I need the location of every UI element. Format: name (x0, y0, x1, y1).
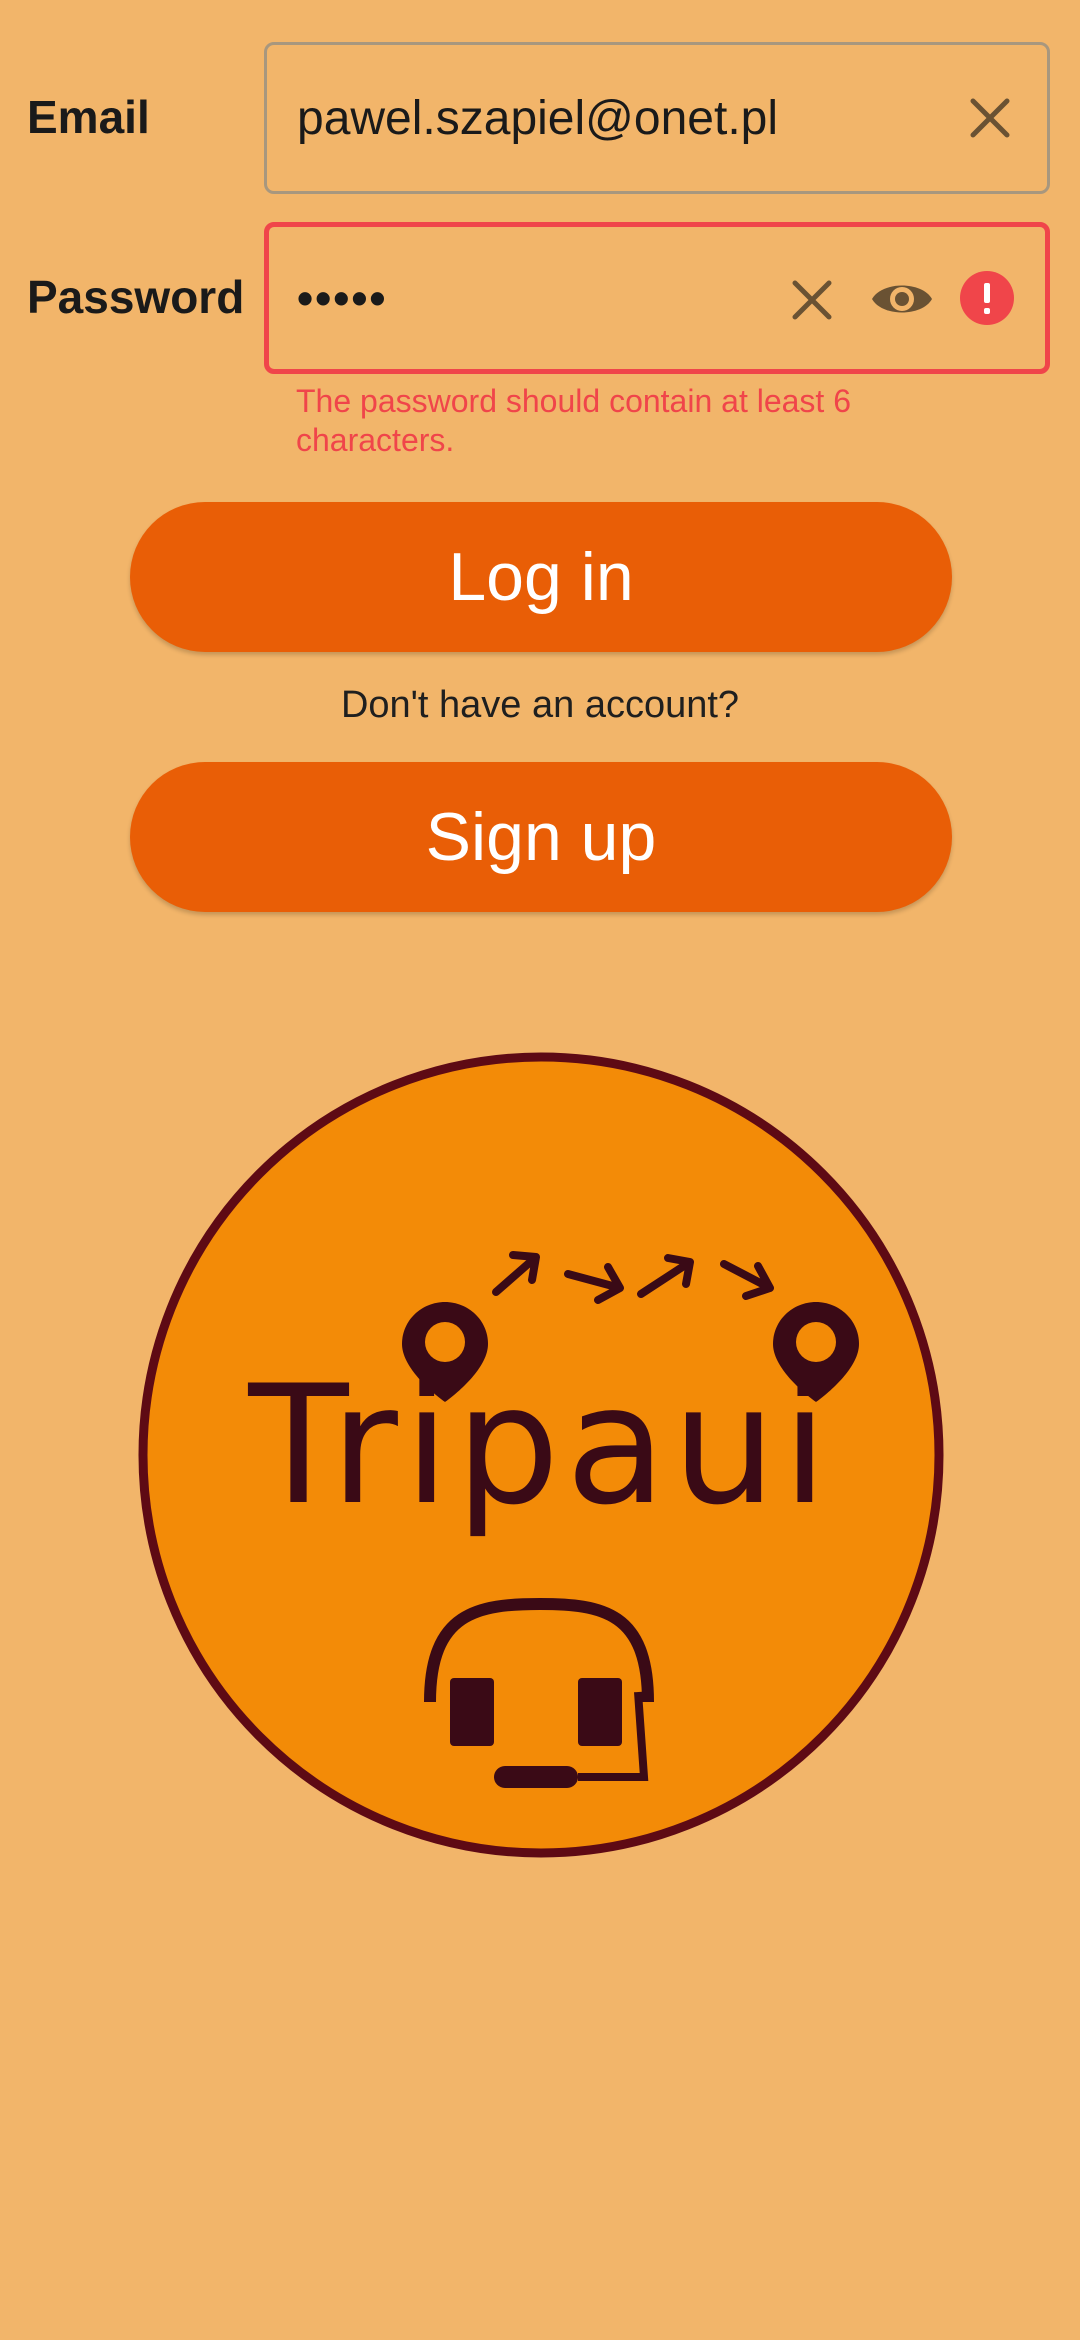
password-label: Password (27, 271, 245, 323)
logo-wordmark: Tripaui (247, 1350, 833, 1541)
alert-circle-icon (960, 271, 1014, 325)
password-input-value[interactable]: ••••• (297, 227, 388, 369)
email-field[interactable]: pawel.szapiel@onet.pl (264, 42, 1050, 194)
eye-icon[interactable] (869, 273, 935, 325)
close-icon[interactable] (789, 277, 835, 323)
email-label: Email (27, 91, 150, 143)
signup-button[interactable]: Sign up (130, 762, 952, 912)
login-button[interactable]: Log in (130, 502, 952, 652)
close-icon[interactable] (967, 95, 1013, 141)
tripaui-logo: Tripaui (138, 1052, 944, 1858)
password-error-message: The password should contain at least 6 c… (296, 383, 851, 458)
password-field[interactable]: ••••• (264, 222, 1050, 374)
signup-prompt: Don't have an account? (340, 684, 740, 726)
email-input-value[interactable]: pawel.szapiel@onet.pl (297, 45, 778, 191)
